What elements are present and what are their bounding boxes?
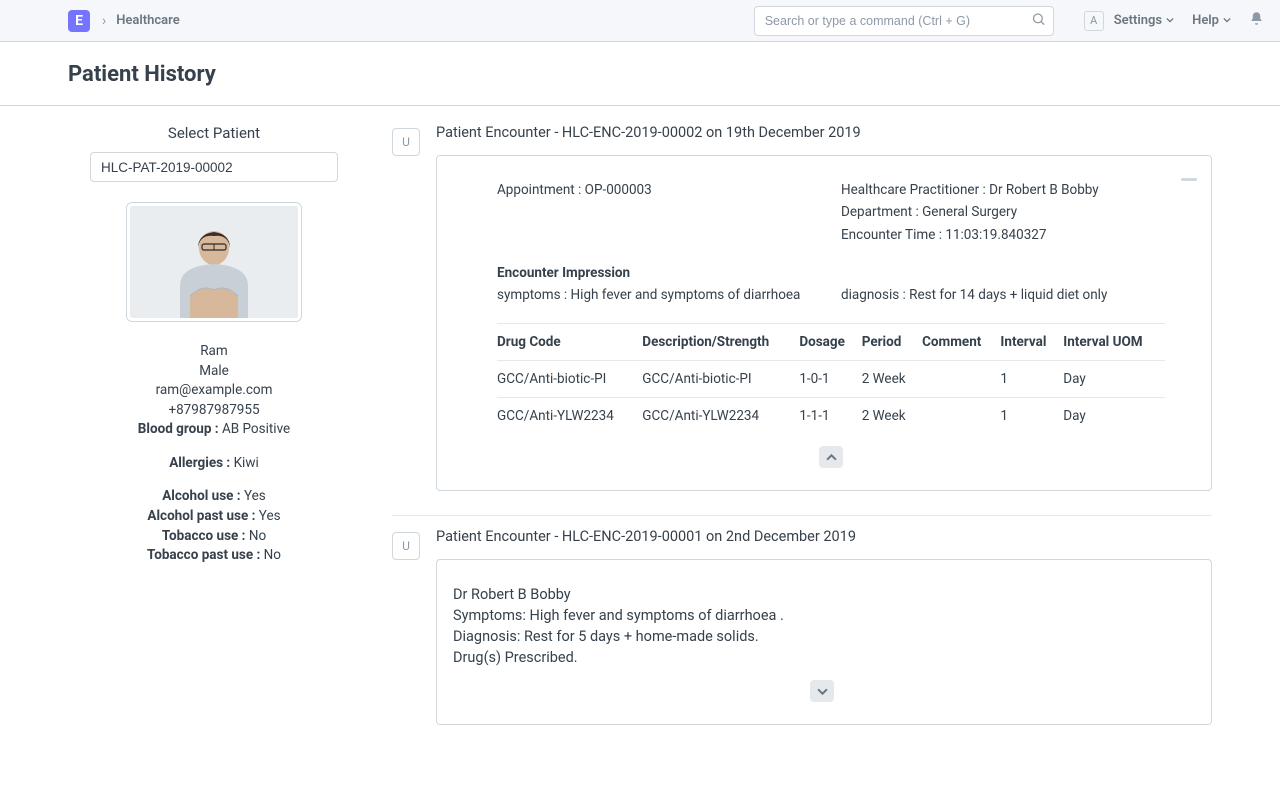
- breadcrumb-separator: ›: [102, 13, 106, 29]
- select-patient-label: Select Patient: [68, 124, 360, 142]
- logo-letter: E: [75, 13, 83, 29]
- avatar-letter: A: [1090, 14, 1097, 27]
- notifications-icon[interactable]: [1249, 11, 1264, 30]
- patient-blood-group: Blood group : AB Positive: [68, 420, 360, 440]
- th-period: Period: [862, 324, 922, 361]
- table-row: GCC/Anti-biotic-PI GCC/Anti-biotic-PI 1-…: [497, 361, 1165, 398]
- prescription-table: Drug Code Description/Strength Dosage Pe…: [497, 323, 1165, 434]
- settings-menu[interactable]: Settings: [1114, 13, 1174, 28]
- tobacco-past-use: Tobacco past use : No: [68, 546, 360, 566]
- alcohol-use: Alcohol use : Yes: [68, 487, 360, 507]
- chevron-down-icon: [1223, 13, 1231, 28]
- patient-photo-frame: [126, 202, 302, 322]
- navbar: E › Healthcare A Settings Help: [0, 0, 1280, 42]
- help-menu[interactable]: Help: [1192, 13, 1231, 28]
- app-logo[interactable]: E: [68, 10, 90, 32]
- patient-sidebar: Select Patient Ram Male ram@e: [0, 106, 392, 801]
- appointment-field: Appointment : OP-000003: [497, 180, 821, 200]
- patient-name: Ram: [68, 342, 360, 362]
- alcohol-past-use: Alcohol past use : Yes: [68, 507, 360, 527]
- encounter-timeline: U Patient Encounter - HLC-ENC-2019-00002…: [392, 106, 1280, 801]
- th-drug-code: Drug Code: [497, 324, 642, 361]
- encounter-title[interactable]: Patient Encounter - HLC-ENC-2019-00002 o…: [436, 124, 1212, 141]
- table-row: GCC/Anti-YLW2234 GCC/Anti-YLW2234 1-1-1 …: [497, 398, 1165, 435]
- search-wrap: [754, 6, 1054, 36]
- patient-email: ram@example.com: [68, 381, 360, 401]
- page-header: Patient History: [0, 42, 1280, 106]
- page-title: Patient History: [68, 62, 1212, 87]
- chevron-up-icon: [826, 452, 837, 463]
- th-comment: Comment: [922, 324, 1000, 361]
- diagnosis-line: Diagnosis: Rest for 5 days + home-made s…: [453, 626, 1191, 647]
- encounter-avatar: U: [392, 128, 420, 156]
- settings-label: Settings: [1114, 13, 1162, 28]
- th-description: Description/Strength: [642, 324, 799, 361]
- th-dosage: Dosage: [799, 324, 861, 361]
- chevron-down-icon: [1166, 13, 1174, 28]
- help-label: Help: [1192, 13, 1219, 28]
- patient-phone: +87987987955: [68, 401, 360, 421]
- patient-allergies: Allergies : Kiwi: [68, 454, 360, 474]
- patient-photo: [130, 206, 298, 318]
- department-field: Department : General Surgery: [841, 202, 1165, 222]
- patient-id-input[interactable]: [90, 152, 338, 182]
- encounter-title[interactable]: Patient Encounter - HLC-ENC-2019-00001 o…: [436, 528, 1212, 545]
- breadcrumb-healthcare[interactable]: Healthcare: [116, 13, 180, 28]
- diagnosis-field: diagnosis : Rest for 14 days + liquid di…: [841, 285, 1165, 305]
- search-input[interactable]: [754, 6, 1054, 36]
- practitioner-line: Dr Robert B Bobby: [453, 584, 1191, 605]
- patient-info: Ram Male ram@example.com +87987987955 Bl…: [68, 342, 360, 566]
- encounter-card-expanded: Appointment : OP-000003 Healthcare Pract…: [436, 155, 1212, 491]
- patient-gender: Male: [68, 362, 360, 382]
- practitioner-field: Healthcare Practitioner : Dr Robert B Bo…: [841, 180, 1165, 200]
- encounter-card-collapsed: Dr Robert B Bobby Symptoms: High fever a…: [436, 559, 1212, 725]
- symptoms-line: Symptoms: High fever and symptoms of dia…: [453, 605, 1191, 626]
- th-interval-uom: Interval UOM: [1063, 324, 1165, 361]
- encounter-time-field: Encounter Time : 11:03:19.840327: [841, 225, 1165, 245]
- encounter-item: U Patient Encounter - HLC-ENC-2019-00002…: [392, 124, 1212, 516]
- drugs-line: Drug(s) Prescribed.: [453, 647, 1191, 668]
- collapse-button[interactable]: [819, 446, 843, 468]
- expand-button[interactable]: [810, 680, 834, 702]
- minimize-icon[interactable]: [1181, 170, 1197, 174]
- th-interval: Interval: [1000, 324, 1063, 361]
- symptoms-field: symptoms : High fever and symptoms of di…: [497, 285, 821, 305]
- chevron-down-icon: [817, 686, 828, 697]
- encounter-avatar: U: [392, 532, 420, 560]
- impression-heading: Encounter Impression: [497, 263, 821, 283]
- user-avatar[interactable]: A: [1084, 11, 1104, 31]
- search-icon[interactable]: [1031, 11, 1046, 30]
- encounter-item: U Patient Encounter - HLC-ENC-2019-00001…: [392, 528, 1212, 749]
- tobacco-use: Tobacco use : No: [68, 527, 360, 547]
